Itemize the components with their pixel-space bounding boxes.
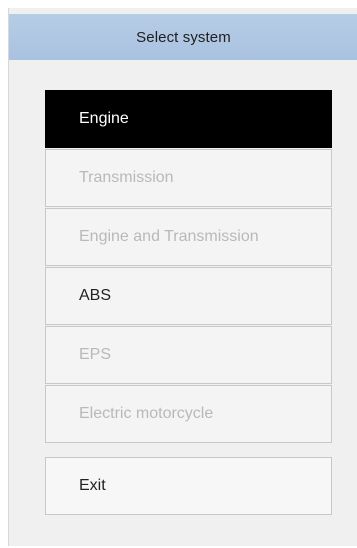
system-item-engine-and-transmission: Engine and Transmission [45, 208, 332, 266]
system-item-label: Engine [79, 110, 129, 127]
exit-button-label: Exit [79, 477, 106, 494]
dialog-title-bar: Select system [9, 14, 357, 60]
system-menu: Engine Transmission Engine and Transmiss… [45, 90, 332, 444]
select-system-dialog: Select system Engine Transmission Engine… [8, 8, 357, 546]
dialog-title: Select system [136, 28, 231, 46]
system-item-label: Engine and Transmission [79, 228, 259, 245]
system-item-label: EPS [79, 346, 112, 363]
system-item-electric-motorcycle: Electric motorcycle [45, 385, 332, 443]
system-item-label: Electric motorcycle [79, 405, 214, 422]
system-item-transmission: Transmission [45, 149, 332, 207]
exit-button[interactable]: Exit [45, 457, 332, 515]
system-item-label: Transmission [79, 169, 174, 186]
system-item-engine[interactable]: Engine [45, 90, 332, 148]
system-item-label: ABS [79, 287, 112, 304]
system-item-abs[interactable]: ABS [45, 267, 332, 325]
system-item-eps: EPS [45, 326, 332, 384]
